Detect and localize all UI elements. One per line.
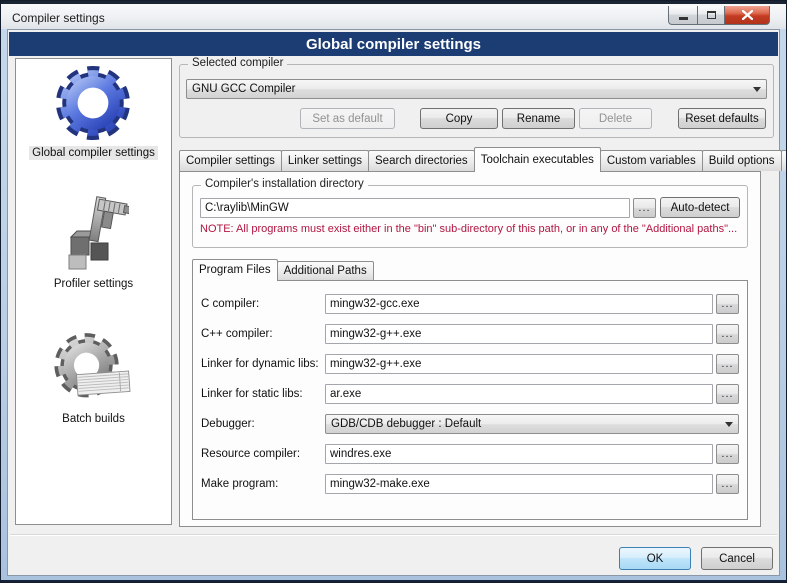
tab-compiler-settings[interactable]: Compiler settings	[179, 150, 282, 171]
close-icon	[742, 10, 753, 20]
sidebar-item-label: Batch builds	[59, 412, 128, 426]
sidebar-item-batch-builds[interactable]: Batch builds	[53, 329, 135, 426]
field-row-cpp-compiler: C++ compiler: ...	[201, 324, 739, 344]
delete-button: Delete	[579, 108, 652, 129]
title-bar[interactable]: Compiler settings	[1, 1, 786, 29]
tab-additional-paths[interactable]: Additional Paths	[277, 261, 374, 280]
sidebar-item-global-compiler-settings[interactable]: Global compiler settings	[29, 63, 158, 160]
chevron-down-icon	[725, 422, 733, 427]
compiler-select[interactable]: GNU GCC Compiler	[186, 79, 767, 99]
rename-button[interactable]: Rename	[502, 108, 575, 129]
dialog-body: Global compiler settings	[7, 29, 780, 576]
compiler-select-value: GNU GCC Compiler	[192, 83, 296, 95]
tab-linker-settings[interactable]: Linker settings	[281, 150, 369, 171]
field-row-resource-compiler: Resource compiler: ...	[201, 444, 739, 464]
resource-compiler-label: Resource compiler:	[201, 448, 325, 460]
tab-clipped[interactable]	[781, 150, 787, 171]
caliper-icon	[57, 194, 129, 274]
cpp-compiler-label: C++ compiler:	[201, 328, 325, 340]
compiler-settings-dialog: Compiler settings Global compiler settin…	[0, 0, 787, 583]
browse-directory-button[interactable]: ...	[633, 198, 656, 218]
selected-compiler-legend: Selected compiler	[188, 57, 287, 69]
minimize-icon	[679, 17, 688, 20]
reset-defaults-button[interactable]: Reset defaults	[678, 108, 766, 129]
static-linker-label: Linker for static libs:	[201, 388, 325, 400]
chevron-down-icon	[753, 87, 761, 92]
dynamic-linker-input[interactable]	[325, 354, 713, 374]
browse-dynamic-linker-button[interactable]: ...	[716, 354, 739, 374]
minimize-button[interactable]	[668, 6, 697, 25]
window-controls	[668, 6, 770, 25]
debugger-label: Debugger:	[201, 418, 325, 430]
browse-static-linker-button[interactable]: ...	[716, 384, 739, 404]
field-row-static-linker: Linker for static libs: ...	[201, 384, 739, 404]
c-compiler-input[interactable]	[325, 294, 713, 314]
ok-button[interactable]: OK	[619, 547, 691, 570]
program-files-panel: C compiler: ... C++ compiler: ... Linker…	[192, 280, 748, 520]
sidebar-item-label: Global compiler settings	[29, 146, 158, 160]
program-files-tabstrip: Program Files Additional Paths	[192, 258, 748, 280]
maximize-button[interactable]	[697, 6, 725, 25]
bin-subdirectory-note: NOTE: All programs must exist either in …	[200, 223, 740, 235]
static-linker-input[interactable]	[325, 384, 713, 404]
cancel-button[interactable]: Cancel	[701, 547, 773, 570]
resource-compiler-input[interactable]	[325, 444, 713, 464]
field-row-debugger: Debugger: GDB/CDB debugger : Default	[201, 414, 739, 434]
window-title: Compiler settings	[12, 11, 105, 25]
settings-tabstrip: Compiler settings Linker settings Search…	[179, 146, 761, 171]
browse-resource-compiler-button[interactable]: ...	[716, 444, 739, 464]
browse-c-compiler-button[interactable]: ...	[716, 294, 739, 314]
compiler-actions: Set as default Copy Rename Delete Reset …	[186, 108, 767, 129]
browse-cpp-compiler-button[interactable]: ...	[716, 324, 739, 344]
toolchain-executables-panel: Compiler's installation directory ... Au…	[179, 171, 761, 527]
sidebar-item-profiler-settings[interactable]: Profiler settings	[51, 194, 136, 291]
tab-program-files[interactable]: Program Files	[192, 259, 278, 281]
tab-toolchain-executables[interactable]: Toolchain executables	[474, 147, 601, 172]
field-row-c-compiler: C compiler: ...	[201, 294, 739, 314]
tab-build-options[interactable]: Build options	[702, 150, 782, 171]
dynamic-linker-label: Linker for dynamic libs:	[201, 358, 325, 370]
debugger-select-value: GDB/CDB debugger : Default	[331, 418, 481, 430]
make-program-input[interactable]	[325, 474, 713, 494]
blue-gear-icon	[54, 63, 132, 143]
dialog-footer: OK Cancel	[10, 534, 777, 575]
installation-directory-input[interactable]	[200, 198, 630, 218]
tab-search-directories[interactable]: Search directories	[368, 150, 475, 171]
gray-gear-icon	[53, 329, 135, 409]
set-as-default-button: Set as default	[300, 108, 395, 129]
copy-button[interactable]: Copy	[420, 108, 498, 129]
auto-detect-button[interactable]: Auto-detect	[660, 197, 740, 218]
make-program-label: Make program:	[201, 478, 325, 490]
debugger-select[interactable]: GDB/CDB debugger : Default	[325, 414, 739, 434]
field-row-make-program: Make program: ...	[201, 474, 739, 494]
cpp-compiler-input[interactable]	[325, 324, 713, 344]
tab-custom-variables[interactable]: Custom variables	[600, 150, 703, 171]
settings-sidebar: Global compiler settings	[15, 58, 172, 525]
main-panel: Selected compiler GNU GCC Compiler Set a…	[179, 64, 774, 527]
c-compiler-label: C compiler:	[201, 298, 325, 310]
selected-compiler-group: Selected compiler GNU GCC Compiler Set a…	[179, 64, 774, 138]
installation-directory-legend: Compiler's installation directory	[201, 178, 368, 190]
sidebar-item-label: Profiler settings	[51, 277, 136, 291]
close-button[interactable]	[725, 6, 770, 25]
browse-make-program-button[interactable]: ...	[716, 474, 739, 494]
installation-directory-group: Compiler's installation directory ... Au…	[192, 185, 748, 248]
maximize-icon	[707, 11, 716, 19]
page-title: Global compiler settings	[306, 36, 481, 53]
field-row-dynamic-linker: Linker for dynamic libs: ...	[201, 354, 739, 374]
page-header: Global compiler settings	[9, 32, 778, 56]
